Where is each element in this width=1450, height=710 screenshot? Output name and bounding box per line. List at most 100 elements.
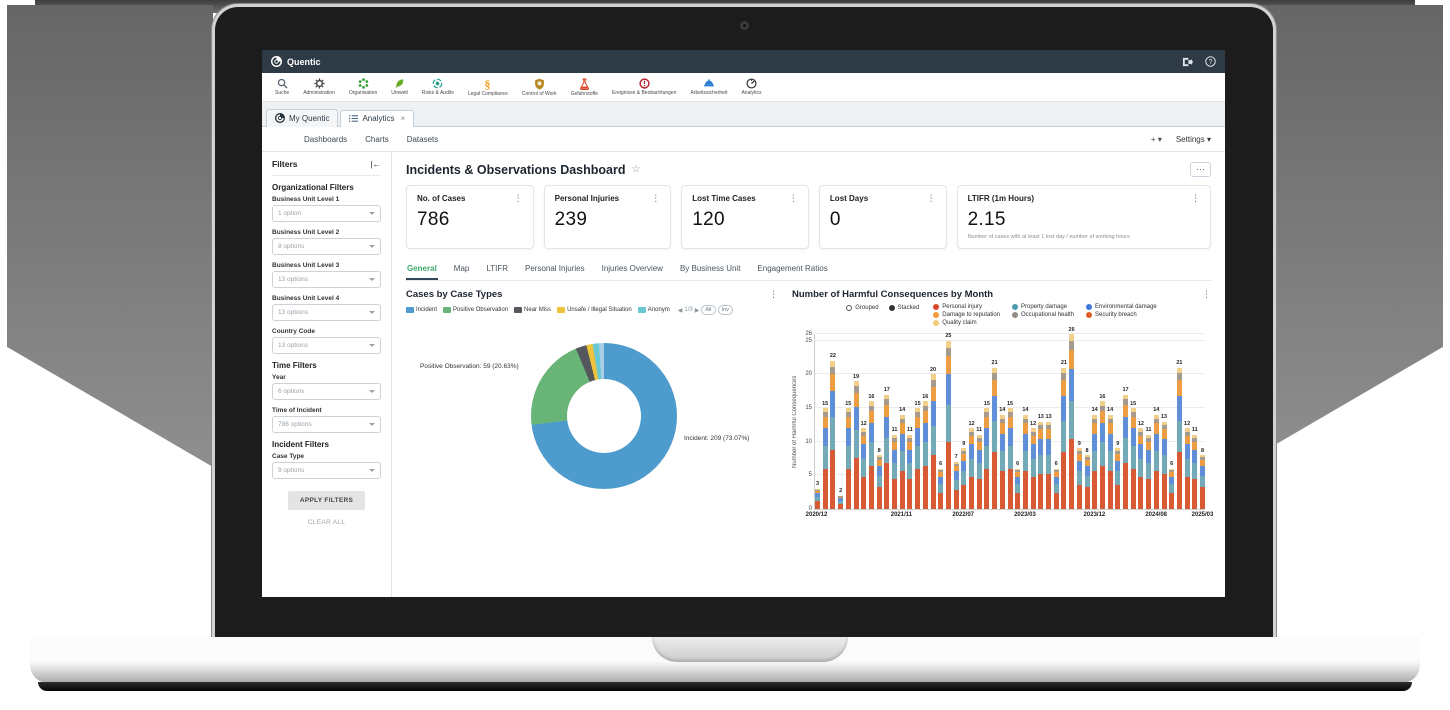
- donut-label-incident: Incident: 209 (73.07%): [684, 435, 749, 442]
- mode-radio-grouped[interactable]: Grouped: [846, 305, 878, 311]
- donut-kebab-icon[interactable]: ⋮: [769, 290, 778, 299]
- module-ereignisse-beobachtungen[interactable]: Ereignisse & Beobachtungen: [605, 78, 684, 96]
- module-analytics[interactable]: Analytics: [734, 78, 768, 96]
- legend-item-security-breach[interactable]: Security breach: [1086, 312, 1157, 318]
- kpi-kebab-icon[interactable]: ⋮: [789, 194, 798, 203]
- legend-item-incident[interactable]: Incident: [406, 307, 437, 313]
- module-gefahrstoffe[interactable]: Gefahrstoffe: [564, 78, 605, 97]
- tab-analytics[interactable]: Analytics×: [340, 110, 414, 127]
- legend-item-occupational-health[interactable]: Occupational health: [1012, 312, 1074, 318]
- chevron-down-icon: [369, 212, 375, 215]
- gauge-icon: [746, 78, 757, 89]
- clear-all-button[interactable]: CLEAR ALL: [302, 518, 351, 527]
- help-icon[interactable]: ?: [1205, 56, 1216, 67]
- filter-select-business-unit-level-2[interactable]: 8 options: [272, 238, 381, 255]
- kpi-kebab-icon[interactable]: ⋮: [514, 194, 523, 203]
- chart-tab-engagement-ratios[interactable]: Engagement Ratios: [756, 260, 828, 280]
- legend-all-button[interactable]: All: [701, 305, 715, 315]
- bar-value-label: 14: [1102, 407, 1118, 413]
- kpi-kebab-icon[interactable]: ⋮: [1191, 194, 1200, 203]
- favorite-star-icon[interactable]: ☆: [632, 164, 641, 175]
- module-bar: SucheAdministrationOrganisationUmweltRis…: [262, 73, 1225, 102]
- module-umwelt[interactable]: Umwelt: [384, 78, 415, 96]
- module-arbeitssicherheit[interactable]: Arbeitssicherheit: [684, 78, 735, 96]
- legend-swatch: [514, 307, 522, 313]
- gear-icon: [314, 78, 325, 89]
- bar-kebab-icon[interactable]: ⋮: [1202, 290, 1211, 299]
- module-control-of-work[interactable]: Control of Work: [515, 78, 564, 97]
- chevron-down-icon: [369, 278, 375, 281]
- chart-tab-injuries-overview[interactable]: Injuries Overview: [601, 260, 664, 280]
- quentic-brand[interactable]: Quentic: [271, 56, 321, 67]
- chevron-down-icon: [369, 423, 375, 426]
- filter-select-business-unit-level-1[interactable]: 1 option: [272, 205, 381, 222]
- legend-item-damage-to-reputation[interactable]: Damage to reputation: [933, 312, 1000, 318]
- collapse-sidebar-icon[interactable]: |←: [370, 159, 381, 169]
- legend-item-quality-claim[interactable]: Quality claim: [933, 320, 1000, 326]
- legend-item-anonym[interactable]: Anonym: [638, 307, 670, 313]
- add-button[interactable]: + ▾: [1151, 135, 1162, 144]
- legend-item-personal-injury[interactable]: Personal injury: [933, 304, 1000, 310]
- apply-filters-button[interactable]: APPLY FILTERS: [288, 491, 365, 510]
- subnav-charts[interactable]: Charts: [365, 135, 389, 144]
- filter-select-time-of-incident[interactable]: 786 options: [272, 416, 381, 433]
- legend-prev-icon[interactable]: ◀: [678, 307, 683, 314]
- quentic-logo-icon: [271, 56, 282, 67]
- donut-label-positive-observation: Positive Observation: 59 (20.63%): [420, 363, 519, 370]
- dashboard-more-button[interactable]: ⋯: [1190, 162, 1211, 177]
- mode-radio-stacked[interactable]: Stacked: [889, 305, 920, 311]
- legend-dot: [1012, 304, 1018, 310]
- legend-next-icon[interactable]: ▶: [695, 307, 700, 314]
- kpi-kebab-icon[interactable]: ⋮: [651, 194, 660, 203]
- filter-select-case-type[interactable]: 9 options: [272, 462, 381, 479]
- chart-tab-by-business-unit[interactable]: By Business Unit: [679, 260, 741, 280]
- filter-select-business-unit-level-3[interactable]: 13 options: [272, 271, 381, 288]
- filter-section-title: Incident Filters: [272, 440, 381, 449]
- module-suche[interactable]: Suche: [268, 78, 296, 96]
- bar-y-axis-label: Number of Harmful Consequences: [792, 334, 798, 509]
- kpi-kebab-icon[interactable]: ⋮: [927, 194, 936, 203]
- legend-swatch: [443, 307, 451, 313]
- bar-value-label: 21: [1171, 360, 1187, 366]
- logout-icon[interactable]: [1182, 57, 1193, 67]
- legend-item-positive-observation[interactable]: Positive Observation: [443, 307, 508, 313]
- legend-dot: [1012, 312, 1018, 318]
- filter-label: Business Unit Level 2: [272, 229, 381, 236]
- donut-hole: [567, 379, 641, 453]
- subnav-datasets[interactable]: Datasets: [407, 135, 439, 144]
- settings-button[interactable]: Settings ▾: [1176, 135, 1211, 144]
- bar-value-label: 14: [894, 407, 910, 413]
- legend-inv-button[interactable]: Inv: [718, 305, 733, 315]
- legend-item-environmental-damage[interactable]: Environmental damage: [1086, 304, 1157, 310]
- donut-legend: Incident Positive Observation Near Miss Uns…: [406, 305, 778, 315]
- org-dots-icon: [358, 78, 369, 89]
- legend-item-unsafe-illegal-situation[interactable]: Unsafe / Illegal Situation: [557, 307, 632, 313]
- filter-select-country-code[interactable]: 13 options: [272, 337, 381, 354]
- module-organisation[interactable]: Organisation: [342, 78, 384, 96]
- legend-item-near-miss[interactable]: Near Miss: [514, 307, 551, 313]
- subnav-dashboards[interactable]: Dashboards: [304, 135, 347, 144]
- chart-tab-general[interactable]: General: [406, 260, 438, 280]
- legend-dot: [933, 320, 939, 326]
- module-legal-compliance[interactable]: §Legal Compliance: [461, 78, 515, 97]
- bar-value-label: 16: [1094, 394, 1110, 400]
- dashboard-main: Incidents & Observations Dashboard ☆ ⋯ N…: [392, 152, 1225, 597]
- tab-my-quentic[interactable]: My Quentic: [266, 109, 338, 127]
- paragraph-icon: §: [482, 78, 493, 90]
- chart-tab-ltifr[interactable]: LTIFR: [485, 260, 509, 280]
- search-icon: [277, 78, 288, 89]
- module-administration[interactable]: Administration: [296, 78, 342, 96]
- filter-label: Business Unit Level 3: [272, 262, 381, 269]
- x-tick: 2025/03: [1192, 512, 1214, 518]
- filter-select-business-unit-level-4[interactable]: 13 options: [272, 304, 381, 321]
- app-top-bar: Quentic ?: [262, 50, 1225, 73]
- module-risks-audits[interactable]: Risks & Audits: [415, 78, 461, 96]
- legend-item-property-damage[interactable]: Property damage: [1012, 304, 1074, 310]
- chart-tab-personal-injuries[interactable]: Personal Injuries: [524, 260, 586, 280]
- chart-tabs: General Map LTIFR Personal Injuries Injuries…: [406, 260, 1211, 281]
- kpi-card-personal-injuries: Personal Injuries ⋮ 239: [544, 185, 672, 249]
- chart-tab-map[interactable]: Map: [453, 260, 471, 280]
- filter-select-year[interactable]: 6 options: [272, 383, 381, 400]
- tab-close-icon[interactable]: ×: [400, 114, 405, 123]
- y-tick: 26: [805, 331, 812, 337]
